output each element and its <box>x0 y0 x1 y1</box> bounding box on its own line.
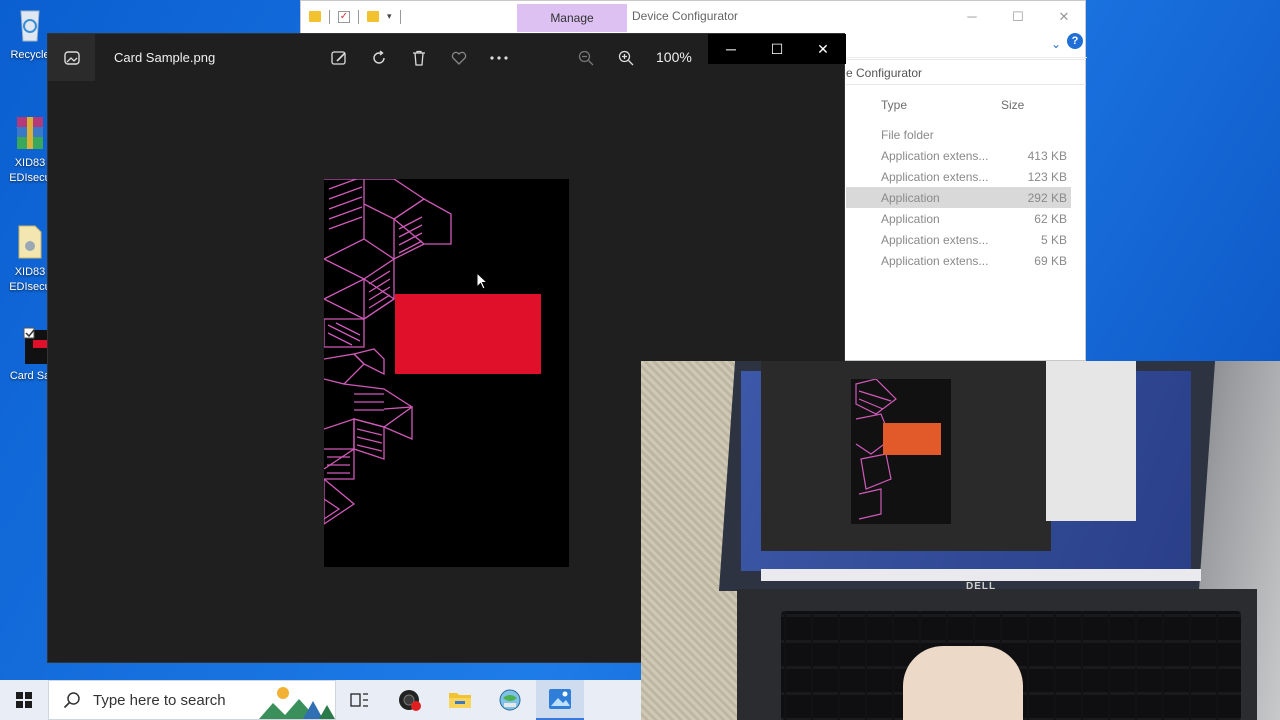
manage-tab[interactable]: Manage <box>517 4 627 32</box>
close-button[interactable]: ✕ <box>800 34 846 64</box>
ellipsis-icon <box>490 56 508 60</box>
explorer-title-bar: ✓ ▾ Manage Device Configurator ─ ☐ ✕ <box>301 1 1087 32</box>
photos-app-icon <box>549 689 571 709</box>
file-size: 69 KB <box>1034 254 1067 268</box>
quick-access-toolbar: ✓ ▾ <box>301 1 401 32</box>
laptop-screen-red-rectangle <box>883 423 941 455</box>
taskbar-search-box[interactable]: Type here to search <box>48 680 336 720</box>
heart-icon <box>451 51 467 65</box>
search-icon <box>63 692 80 709</box>
photos-file-title: Card Sample.png <box>114 50 216 65</box>
help-icon[interactable]: ? <box>1067 33 1083 49</box>
separator <box>358 9 359 24</box>
rotate-button[interactable] <box>366 45 392 71</box>
zoom-out-button[interactable] <box>573 45 599 71</box>
taskbar-app-globe[interactable] <box>486 680 534 720</box>
explorer-window-title: Device Configurator <box>632 9 739 23</box>
file-row[interactable]: Application extens... 123 KB <box>846 166 1071 187</box>
mouse-cursor-icon <box>476 272 489 290</box>
file-size: 292 KB <box>1027 191 1067 205</box>
search-highlight-icon <box>259 687 335 719</box>
address-bar[interactable]: e Configurator <box>846 59 1086 85</box>
column-header-type[interactable]: Type <box>881 98 907 112</box>
file-row[interactable]: File folder <box>846 124 1071 145</box>
explorer-window-controls: ─ ☐ ✕ <box>949 1 1087 32</box>
file-row-selected[interactable]: Application 292 KB <box>846 187 1071 208</box>
red-rectangle <box>395 294 541 374</box>
taskbar-file-explorer[interactable] <box>436 680 484 720</box>
edit-image-button[interactable] <box>326 45 352 71</box>
more-options-button[interactable] <box>486 45 512 71</box>
file-row[interactable]: Application extens... 413 KB <box>846 145 1071 166</box>
trash-icon <box>413 50 425 66</box>
file-row[interactable]: Application 62 KB <box>846 208 1071 229</box>
taskbar-app-recorder[interactable] <box>386 680 434 720</box>
globe-app-icon <box>499 689 521 711</box>
zoom-in-icon <box>618 50 634 66</box>
folder-icon <box>449 693 471 708</box>
file-type: Application extens... <box>881 254 989 268</box>
search-placeholder: Type here to search <box>93 691 226 709</box>
rotate-icon <box>373 50 385 64</box>
archive-icon <box>17 117 43 149</box>
maximize-button[interactable]: ☐ <box>995 1 1041 32</box>
record-app-icon <box>399 690 421 711</box>
webcam-overlay: DELL <box>641 361 1280 720</box>
laptop-screen-taskbar <box>761 569 1201 581</box>
start-button[interactable] <box>0 680 48 720</box>
separator <box>329 9 330 24</box>
new-folder-icon[interactable] <box>367 11 379 22</box>
maximize-button[interactable]: ☐ <box>754 34 800 64</box>
zoom-level[interactable]: 100% <box>656 49 692 65</box>
file-list: File folder Application extens... 413 KB … <box>846 124 1071 271</box>
file-type: Application extens... <box>881 233 989 247</box>
card-sample-image <box>324 179 569 567</box>
file-size: 123 KB <box>1027 170 1067 184</box>
taskbar: Type here to search <box>0 680 641 720</box>
photo-icon <box>63 50 80 65</box>
windows-logo-icon <box>16 692 32 708</box>
edit-icon <box>331 51 346 65</box>
photos-toolbar: Card Sample.png 100% ─ ☐ ✕ <box>48 34 846 81</box>
file-type: File folder <box>881 128 934 142</box>
file-size: 62 KB <box>1034 212 1067 226</box>
folder-icon[interactable] <box>309 11 321 22</box>
minimize-button[interactable]: ─ <box>708 34 754 64</box>
delete-button[interactable] <box>406 45 432 71</box>
recycle-bin-icon <box>20 10 40 42</box>
separator <box>399 9 401 24</box>
file-type: Application extens... <box>881 170 989 184</box>
file-type: Application <box>881 191 940 205</box>
image-file-icon <box>23 327 49 364</box>
task-view-button[interactable] <box>336 680 384 720</box>
laptop-brand-logo: DELL <box>966 581 997 592</box>
close-button[interactable]: ✕ <box>1041 1 1087 32</box>
customize-dropdown-icon[interactable]: ▾ <box>387 11 392 22</box>
expand-ribbon-icon[interactable]: ⌄ <box>1051 37 1061 51</box>
file-type: Application <box>881 212 940 226</box>
task-view-icon <box>350 693 368 707</box>
photos-app-icon[interactable] <box>48 34 95 81</box>
file-type: Application extens... <box>881 149 989 163</box>
file-row[interactable]: Application extens... 5 KB <box>846 229 1071 250</box>
minimize-button[interactable]: ─ <box>949 1 995 32</box>
gloved-hand <box>903 646 1023 720</box>
zoom-in-button[interactable] <box>613 45 639 71</box>
archive-file-icon <box>18 225 42 259</box>
file-size: 5 KB <box>1040 233 1067 247</box>
column-header-size[interactable]: Size <box>1001 98 1024 112</box>
properties-check-icon[interactable]: ✓ <box>338 10 350 23</box>
laptop-screen-explorer <box>1046 361 1136 521</box>
zoom-out-icon <box>578 50 594 66</box>
favorite-button[interactable] <box>446 45 472 71</box>
taskbar-photos-app[interactable] <box>536 680 584 720</box>
file-size: 413 KB <box>1027 149 1067 163</box>
photos-window-controls: ─ ☐ ✕ <box>708 34 846 64</box>
file-row[interactable]: Application extens... 69 KB <box>846 250 1071 271</box>
